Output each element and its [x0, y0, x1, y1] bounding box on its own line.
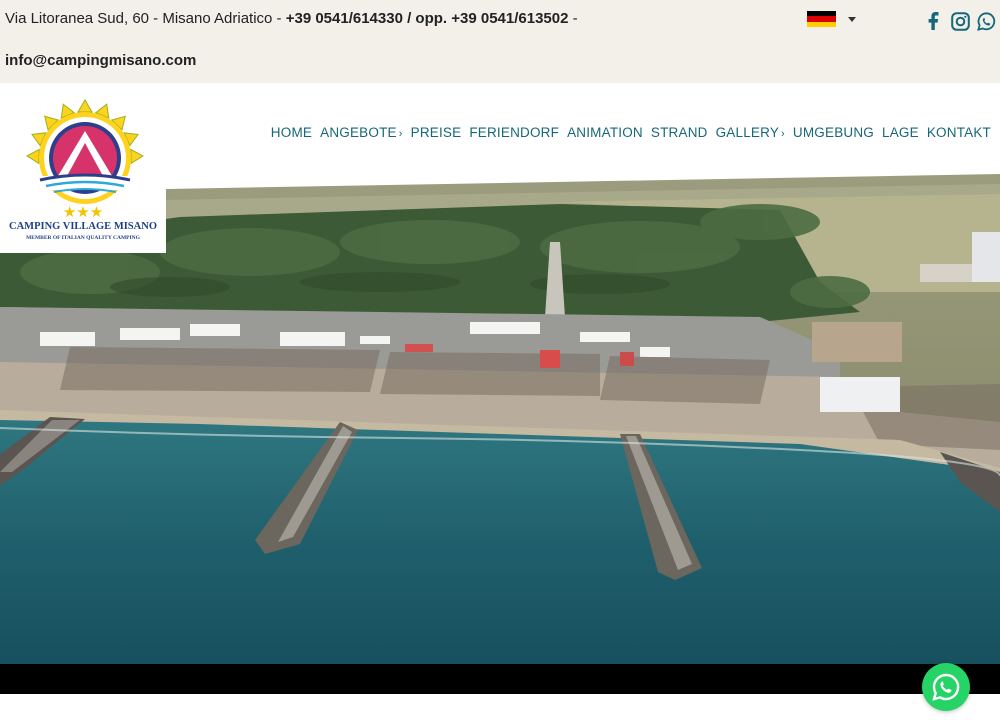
site-logo[interactable]: ★★★ CAMPING VILLAGE MISANO MEMBER OF ITA… — [0, 98, 166, 253]
phone-link[interactable]: +39 0541/614330 / opp. +39 0541/613502 — [286, 10, 569, 27]
top-info-bar: Via Litoranea Sud, 60 - Misano Adriatico… — [0, 0, 1000, 83]
submenu-arrow-icon: › — [398, 128, 403, 140]
address-text: Via Litoranea Sud, 60 - Misano Adriatico… — [5, 10, 286, 27]
contact-line: Via Litoranea Sud, 60 - Misano Adriatico… — [5, 10, 578, 27]
whatsapp-float-button[interactable] — [922, 663, 970, 711]
language-selector[interactable] — [807, 11, 856, 27]
whatsapp-icon[interactable] — [976, 10, 996, 32]
social-links — [924, 10, 996, 32]
phone-suffix: - — [568, 10, 578, 27]
nav-item-lage[interactable]: LAGE — [882, 125, 919, 140]
nav-item-strand[interactable]: STRAND — [651, 125, 708, 140]
submenu-arrow-icon: › — [781, 128, 785, 140]
nav-item-angebote[interactable]: ANGEBOTE › — [320, 125, 403, 140]
german-flag-icon — [807, 11, 836, 27]
whatsapp-icon — [932, 673, 960, 701]
main-nav: HOME ANGEBOTE › PREISE FERIENDORF ANIMATI… — [271, 125, 991, 140]
nav-item-umgebung[interactable]: UMGEBUNG — [793, 125, 874, 140]
logo-stars: ★★★ — [63, 203, 103, 220]
facebook-icon[interactable] — [924, 10, 944, 32]
nav-item-animation[interactable]: ANIMATION — [567, 125, 643, 140]
chevron-down-icon — [848, 16, 856, 22]
hero-bottom-bar — [0, 664, 1000, 694]
nav-item-gallery[interactable]: GALLERY › — [716, 125, 785, 140]
nav-item-preise[interactable]: PREISE — [411, 125, 462, 140]
instagram-icon[interactable] — [950, 10, 970, 32]
nav-item-home[interactable]: HOME — [271, 125, 312, 140]
logo-tagline: MEMBER OF ITALIAN QUALITY CAMPING — [26, 235, 140, 241]
nav-item-feriendorf[interactable]: FERIENDORF — [469, 125, 559, 140]
nav-item-kontakt[interactable]: KONTAKT — [927, 125, 991, 140]
logo-sun-tent-icon: ★★★ — [26, 99, 144, 221]
email-link[interactable]: info@campingmisano.com — [5, 52, 196, 69]
logo-name: CAMPING VILLAGE MISANO — [9, 221, 157, 232]
